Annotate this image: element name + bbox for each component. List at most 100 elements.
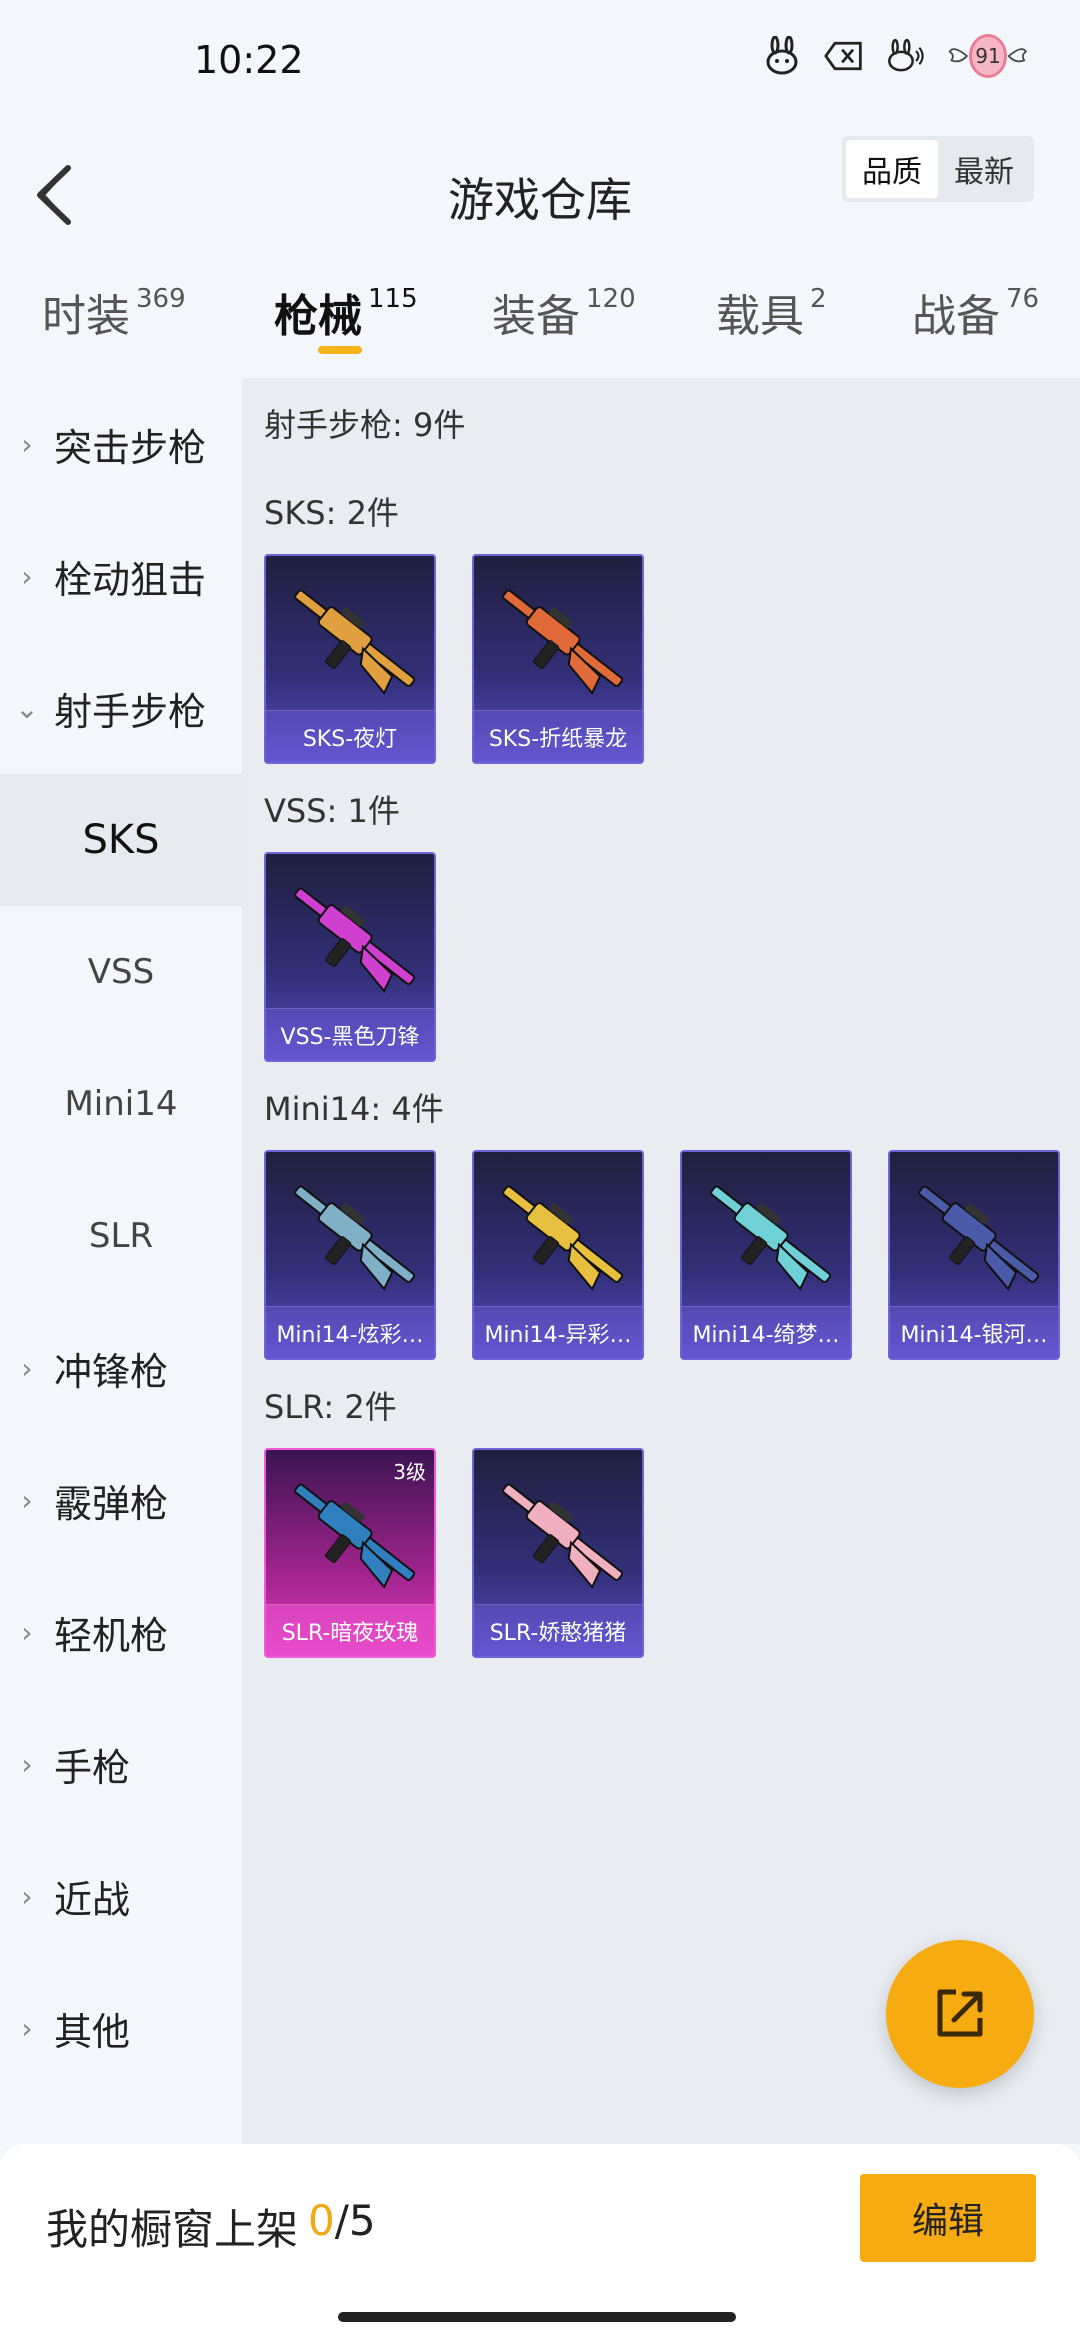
category-summary: 射手步枪: 9件	[264, 406, 466, 444]
sidebar-sub-slr[interactable]: SLR	[0, 1170, 242, 1302]
status-bar: 10:22 91	[0, 0, 1080, 120]
header: 游戏仓库 品质 最新	[0, 120, 1080, 270]
tab-count: 115	[368, 284, 418, 314]
skin-name: Mini14-绮梦…	[682, 1306, 850, 1358]
rabbit-icon	[762, 36, 802, 76]
tab-label: 战备	[912, 291, 1000, 342]
sidebar-item-smg[interactable]: › 冲锋枪	[0, 1302, 242, 1434]
skin-card[interactable]: SKS-夜灯	[264, 554, 436, 764]
sidebar-sub-sks[interactable]: SKS	[0, 774, 242, 906]
chevron-right-icon: ›	[21, 559, 33, 593]
group-heading: VSS: 1件	[264, 792, 400, 830]
skin-name: Mini14-炫彩…	[266, 1306, 434, 1358]
sidebar-item-label: 射手步枪	[54, 689, 207, 734]
skin-card[interactable]: 3级 SLR-暗夜玫瑰	[264, 1448, 436, 1658]
home-indicator[interactable]	[338, 2312, 736, 2322]
tab-weapons[interactable]: 枪械 115	[274, 280, 418, 344]
rifle-icon	[502, 1483, 624, 1589]
skin-name: VSS-黑色刀锋	[266, 1008, 434, 1060]
sidebar-item-assault-rifle[interactable]: › 突击步枪	[0, 378, 242, 510]
rifle-icon	[918, 1185, 1040, 1291]
rifle-icon	[294, 887, 416, 993]
sidebar-item-melee[interactable]: › 近战	[0, 1830, 242, 1962]
showcase-current: 0	[308, 2196, 335, 2245]
rifle-icon	[294, 589, 416, 695]
chevron-right-icon: ›	[21, 2011, 33, 2045]
skin-card[interactable]: SLR-娇憨猪猪	[472, 1448, 644, 1658]
sidebar-item-label: 霰弹枪	[54, 1481, 169, 1526]
skin-name: SLR-暗夜玫瑰	[266, 1604, 434, 1656]
chevron-right-icon: ›	[21, 1483, 33, 1517]
showcase-label: 我的橱窗上架	[46, 2205, 299, 2254]
skin-card[interactable]: Mini14-银河…	[888, 1150, 1060, 1360]
category-tabs: 时装 369 枪械 115 装备 120 载具 2 战备 76	[0, 270, 1080, 378]
showcase-bar: 我的橱窗上架 0 /5 编辑	[0, 2144, 1080, 2340]
chevron-right-icon: ›	[21, 1351, 33, 1385]
sort-toggle: 品质 最新	[842, 136, 1034, 202]
skin-card[interactable]: VSS-黑色刀锋	[264, 852, 436, 1062]
share-fab-button[interactable]	[886, 1940, 1034, 2088]
tab-count: 76	[1006, 284, 1040, 314]
edit-button[interactable]: 编辑	[860, 2174, 1036, 2262]
rifle-icon	[710, 1185, 832, 1291]
tab-count: 2	[810, 284, 827, 314]
tab-supplies[interactable]: 战备 76	[912, 280, 1039, 344]
tab-label: 载具	[716, 291, 804, 342]
skin-card[interactable]: SKS-折纸暴龙	[472, 554, 644, 764]
status-time: 10:22	[194, 38, 304, 82]
tab-fashion[interactable]: 时装 369	[42, 280, 186, 344]
tab-label: 时装	[42, 291, 130, 342]
group-heading: SLR: 2件	[264, 1388, 397, 1426]
tab-label: 枪械	[274, 291, 362, 342]
chevron-right-icon: ›	[21, 1879, 33, 1913]
skin-card[interactable]: Mini14-异彩…	[472, 1150, 644, 1360]
active-tab-indicator	[318, 346, 362, 354]
group-heading: SKS: 2件	[264, 494, 399, 532]
sidebar-item-label: 轻机枪	[54, 1613, 169, 1658]
skin-card[interactable]: Mini14-绮梦…	[680, 1150, 852, 1360]
tab-count: 369	[136, 284, 186, 314]
skin-name: SKS-折纸暴龙	[474, 710, 642, 762]
sidebar-item-other[interactable]: › 其他	[0, 1962, 242, 2094]
sidebar-item-shotgun[interactable]: › 霰弹枪	[0, 1434, 242, 1566]
sidebar-item-pistol[interactable]: › 手枪	[0, 1698, 242, 1830]
chevron-down-icon: ⌄	[15, 691, 39, 725]
skin-name: Mini14-银河…	[890, 1306, 1058, 1358]
tab-equipment[interactable]: 装备 120	[492, 280, 636, 344]
sidebar-item-lmg[interactable]: › 轻机枪	[0, 1566, 242, 1698]
tab-count: 120	[586, 284, 636, 314]
group-heading: Mini14: 4件	[264, 1090, 444, 1128]
showcase-status: 我的橱窗上架 0 /5	[46, 2196, 376, 2257]
chevron-right-icon: ›	[21, 427, 33, 461]
chevron-right-icon: ›	[21, 1615, 33, 1649]
rifle-icon	[294, 1483, 416, 1589]
sidebar-item-label: 冲锋枪	[54, 1349, 169, 1394]
level-badge: 91	[968, 34, 1008, 78]
sidebar-item-bolt-sniper[interactable]: › 栓动狙击	[0, 510, 242, 642]
sidebar-sub-vss[interactable]: VSS	[0, 906, 242, 1038]
showcase-total: /5	[334, 2196, 376, 2245]
weapon-category-sidebar: › 突击步枪 › 栓动狙击 ⌄ 射手步枪 SKS VSS Mini14 SLR …	[0, 378, 242, 2144]
rifle-icon	[502, 1185, 624, 1291]
skin-card[interactable]: Mini14-炫彩…	[264, 1150, 436, 1360]
status-icons: 91	[762, 34, 1028, 78]
sort-quality-button[interactable]: 品质	[846, 140, 938, 198]
level-badge: 3级	[393, 1460, 426, 1484]
sidebar-item-label: 突击步枪	[54, 425, 207, 470]
sort-newest-button[interactable]: 最新	[938, 140, 1030, 198]
delete-key-icon	[824, 36, 864, 76]
skin-name: Mini14-异彩…	[474, 1306, 642, 1358]
tab-label: 装备	[492, 291, 580, 342]
skin-name: SLR-娇憨猪猪	[474, 1604, 642, 1656]
weapon-grid: 射手步枪: 9件 SKS: 2件 SKS-夜灯 SKS-折纸暴龙 VSS: 1件…	[242, 378, 1080, 2144]
sidebar-sub-mini14[interactable]: Mini14	[0, 1038, 242, 1170]
rifle-icon	[502, 589, 624, 695]
share-icon	[937, 1989, 983, 2037]
sidebar-item-label: 其他	[54, 2009, 131, 2054]
sidebar-item-label: 手枪	[54, 1745, 131, 1790]
chevron-right-icon: ›	[21, 1747, 33, 1781]
rifle-icon	[294, 1185, 416, 1291]
sidebar-item-label: 栓动狙击	[54, 557, 207, 602]
tab-vehicles[interactable]: 载具 2	[716, 280, 827, 344]
sidebar-item-marksman-rifle[interactable]: ⌄ 射手步枪	[0, 642, 242, 774]
